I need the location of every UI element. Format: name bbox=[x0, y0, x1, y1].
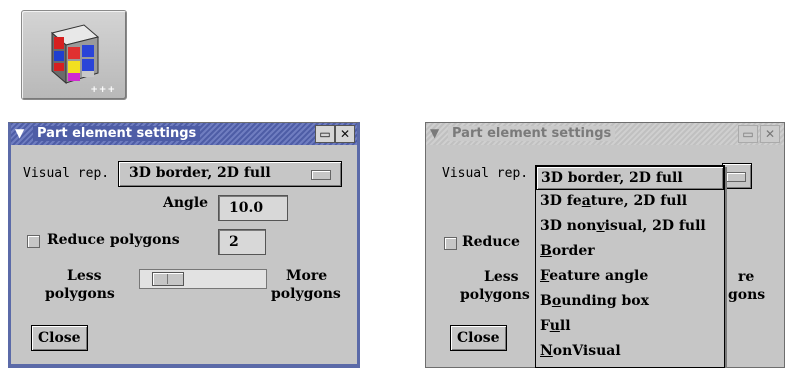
reduce-polygons-checkbox[interactable] bbox=[444, 237, 457, 250]
part-element-settings-dialog: ▼ Part element settings ▭ ✕ Visual rep. … bbox=[8, 122, 360, 368]
close-button[interactable]: Close bbox=[31, 325, 88, 351]
option-menu-indicator-icon bbox=[726, 172, 746, 182]
angle-label: Angle bbox=[163, 195, 209, 211]
less-polygons-label-line1: Less bbox=[484, 269, 519, 285]
close-icon[interactable]: ✕ bbox=[335, 125, 355, 143]
titlebar[interactable]: ▼ Part element settings ▭ ✕ bbox=[426, 123, 784, 145]
more-polygons-label-line1: More bbox=[286, 268, 328, 284]
less-polygons-label-line2: polygons bbox=[45, 286, 115, 302]
window-title: Part element settings bbox=[33, 126, 201, 141]
reduce-polygons-checkbox[interactable] bbox=[27, 235, 40, 248]
visual-rep-dropdown-menu[interactable]: 3D border, 2D full 3D feature, 2D full 3… bbox=[535, 165, 725, 368]
menu-option-border[interactable]: Border bbox=[540, 243, 595, 259]
maximize-icon[interactable]: ▭ bbox=[315, 125, 335, 143]
polygon-reduction-slider[interactable] bbox=[139, 269, 267, 289]
reduce-polygons-label: Reduce polygons bbox=[47, 232, 180, 248]
close-button[interactable]: Close bbox=[450, 325, 507, 351]
slider-thumb[interactable] bbox=[152, 272, 184, 286]
reduce-polygons-input[interactable]: 2 bbox=[218, 229, 266, 255]
more-polygons-label-line1: re bbox=[738, 269, 755, 285]
menu-option-bounding-box[interactable]: Bounding box bbox=[540, 293, 649, 309]
angle-input[interactable]: 10.0 bbox=[218, 195, 288, 221]
visual-rep-select-indicator[interactable] bbox=[722, 163, 752, 189]
window-title: Part element settings bbox=[448, 126, 616, 141]
menu-option-3d-nonvisual-2d-full[interactable]: 3D nonvisual, 2D full bbox=[540, 218, 706, 234]
titlebar[interactable]: ▼ Part element settings ▭ ✕ bbox=[11, 123, 357, 145]
chevron-down-icon[interactable]: ▼ bbox=[15, 126, 29, 140]
close-icon[interactable]: ✕ bbox=[760, 125, 780, 143]
visual-rep-label: Visual rep. bbox=[442, 166, 529, 181]
menu-option-full[interactable]: Full bbox=[540, 318, 571, 334]
less-polygons-label-line1: Less bbox=[67, 268, 102, 284]
maximize-icon[interactable]: ▭ bbox=[738, 125, 758, 143]
menu-option-feature-angle[interactable]: Feature angle bbox=[540, 268, 648, 284]
option-menu-indicator-icon bbox=[311, 170, 331, 180]
menu-option-nonvisual[interactable]: NonVisual bbox=[540, 343, 621, 359]
reduce-polygons-value: 2 bbox=[229, 234, 239, 250]
visual-rep-value: 3D border, 2D full bbox=[129, 165, 271, 181]
less-polygons-label-line2: polygons bbox=[460, 287, 530, 303]
chevron-down-icon[interactable]: ▼ bbox=[430, 126, 444, 140]
more-polygons-label-line2: polygons bbox=[271, 286, 341, 302]
visual-rep-label: Visual rep. bbox=[23, 166, 110, 181]
angle-value: 10.0 bbox=[229, 200, 264, 216]
part-settings-tool-icon[interactable]: +++ bbox=[21, 10, 127, 100]
visual-rep-select[interactable]: 3D border, 2D full bbox=[118, 161, 342, 187]
more-polygons-label-line2: gons bbox=[728, 287, 766, 303]
more-dots-icon: +++ bbox=[90, 85, 116, 95]
menu-option-3d-feature-2d-full[interactable]: 3D feature, 2D full bbox=[540, 193, 687, 209]
menu-option-3d-border-2d-full[interactable]: 3D border, 2D full bbox=[536, 166, 724, 190]
reduce-polygons-label: Reduce bbox=[462, 234, 520, 250]
